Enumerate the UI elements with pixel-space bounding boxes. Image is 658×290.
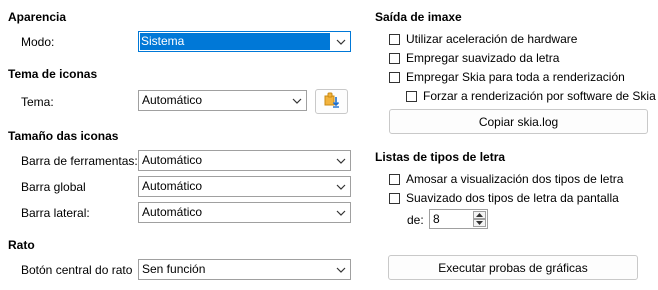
theme-value: Automático — [142, 93, 203, 107]
mode-value: Sistema — [140, 33, 330, 50]
screen-antialias-checkbox[interactable]: Suavizado dos tipos de letra da pantalla — [389, 191, 619, 205]
theme-dropdown[interactable]: Automático — [138, 90, 307, 111]
run-graphics-tests-button[interactable]: Executar probas de gráficas — [388, 255, 638, 280]
image-output-heading: Saída de imaxe — [375, 10, 462, 24]
add-extension-button[interactable] — [315, 89, 348, 114]
screen-antialias-label: Suavizado dos tipos de letra da pantalla — [406, 191, 619, 205]
middle-button-label: Botón central do rato — [21, 263, 133, 277]
global-bar-size-dropdown[interactable]: Automático — [138, 176, 351, 197]
checkbox-box — [389, 173, 400, 185]
mode-dropdown[interactable]: Sistema — [138, 31, 351, 52]
run-graphics-tests-label: Executar probas de gráficas — [438, 260, 588, 275]
chevron-down-icon — [332, 177, 350, 196]
mode-label: Modo: — [21, 35, 55, 49]
skia-label: Empregar Skia para toda a renderización — [406, 70, 625, 84]
checkbox-box — [389, 33, 400, 45]
theme-label: Tema: — [21, 95, 54, 109]
checkbox-box — [389, 71, 400, 83]
hw-accel-label: Utilizar aceleración de hardware — [406, 32, 578, 46]
mouse-heading: Rato — [8, 238, 35, 252]
checkbox-box — [389, 52, 400, 64]
font-lists-heading: Listas de tipos de letra — [375, 150, 506, 164]
checkbox-box — [406, 90, 417, 102]
middle-button-dropdown[interactable]: Sen función — [138, 259, 351, 280]
middle-button-value: Sen función — [142, 262, 206, 276]
toolbar-size-value: Automático — [142, 153, 203, 167]
font-preview-checkbox[interactable]: Amosar a visualización dos tipos de letr… — [389, 172, 623, 186]
copy-skia-log-button[interactable]: Copiar skia.log — [389, 109, 648, 134]
global-bar-size-value: Automático — [142, 179, 203, 193]
antialias-checkbox[interactable]: Empregar suavizado da letra — [389, 51, 559, 65]
skia-software-label: Forzar a renderización por software de S… — [423, 89, 656, 103]
chevron-down-icon — [332, 32, 350, 51]
hw-accel-checkbox[interactable]: Utilizar aceleración de hardware — [389, 32, 577, 46]
font-preview-label: Amosar a visualización dos tipos de letr… — [406, 172, 624, 186]
chevron-down-icon — [332, 151, 350, 170]
toolbar-label: Barra de ferramentas: — [21, 154, 138, 168]
triangle-down-icon[interactable] — [473, 219, 486, 227]
sidebar-size-dropdown[interactable]: Automático — [138, 202, 351, 223]
skia-software-checkbox[interactable]: Forzar a renderización por software de S… — [406, 89, 656, 103]
icon-size-heading: Tamaño das iconas — [8, 129, 119, 143]
copy-skia-log-label: Copiar skia.log — [478, 114, 559, 129]
sidebar-size-value: Automático — [142, 205, 203, 219]
chevron-down-icon — [288, 91, 306, 110]
sidebar-label: Barra lateral: — [21, 206, 90, 220]
antialias-label: Empregar suavizado da letra — [406, 51, 560, 65]
checkbox-box — [389, 192, 400, 204]
antialias-size-spinbox[interactable]: 8 — [429, 209, 488, 229]
chevron-down-icon — [332, 203, 350, 222]
global-bar-label: Barra global — [21, 180, 86, 194]
from-label: de: — [407, 213, 424, 227]
toolbar-size-dropdown[interactable]: Automático — [138, 150, 351, 171]
add-extension-icon — [323, 91, 341, 112]
antialias-size-value: 8 — [433, 212, 440, 226]
triangle-up-icon[interactable] — [473, 211, 486, 219]
icon-theme-heading: Tema de iconas — [8, 67, 98, 81]
appearance-heading: Aparencia — [8, 10, 67, 24]
chevron-down-icon — [332, 260, 350, 279]
skia-checkbox[interactable]: Empregar Skia para toda a renderización — [389, 70, 625, 84]
